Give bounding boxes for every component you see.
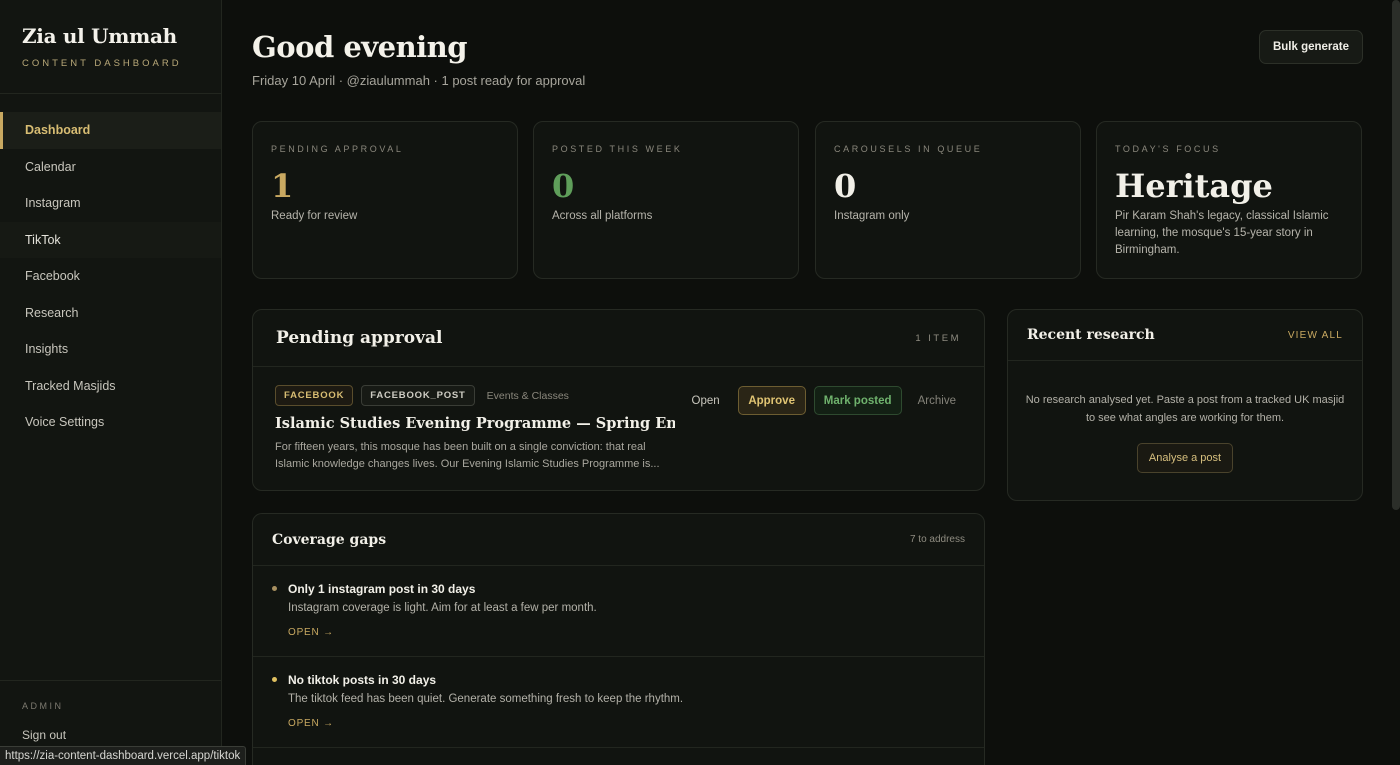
stat-card-carousels: CAROUSELS IN QUEUE 0 Instagram only [815,121,1081,279]
pending-actions: Open Approve Mark posted Archive [692,386,956,415]
gap-description: The tiktok feed has been quiet. Generate… [288,693,684,705]
item-count: 1 ITEM [915,332,961,344]
open-button[interactable]: Open [692,386,720,415]
gap-dot [272,677,277,682]
category-label: Events & Classes [486,389,569,402]
gap-open-link[interactable]: OPEN → [288,718,334,729]
main-content: Good evening Friday 10 April · @ziaulumm… [222,0,1400,765]
sidebar-item-insights[interactable]: Insights [0,331,221,368]
sidebar-item-tiktok[interactable]: TikTok [0,221,221,258]
sidebar-item-research[interactable]: Research [0,295,221,332]
view-all-link[interactable]: VIEW ALL [1288,330,1343,341]
empty-text: No research analysed yet. Paste a post f… [1025,394,1345,424]
sidebar-item-dashboard[interactable]: Dashboard [0,112,221,149]
stat-description: Instagram only [834,210,910,222]
sidebar-footer: ADMIN Sign out [0,680,221,742]
pending-item[interactable]: FACEBOOK FACEBOOK_POST Events & Classes … [253,367,984,473]
gap-description: Instagram coverage is light. Aim for at … [288,602,597,614]
gap-count: 7 to address [909,534,965,545]
gap-title: No tiktok posts in 30 days [288,673,437,687]
gap-item: Only 1 instagram post in 30 days Instagr… [253,566,984,657]
link-preview-statusbar: https://zia-content-dashboard.vercel.app… [0,746,247,765]
stat-value: 0 [834,167,857,205]
stat-value: Heritage [1115,167,1273,205]
sidebar-nav: Dashboard Calendar Instagram TikTok Face… [0,94,221,441]
mark-posted-button[interactable]: Mark posted [813,386,902,415]
admin-label: ADMIN [22,701,64,711]
recent-research-panel: Recent research VIEW ALL No research ana… [1007,309,1363,501]
stat-label: CAROUSELS IN QUEUE [834,144,983,154]
sidebar-item-voice-settings[interactable]: Voice Settings [0,404,221,441]
post-excerpt: For fifteen years, this mosque has been … [275,441,660,470]
analyse-post-button[interactable]: Analyse a post [1137,443,1233,473]
brand: Zia ul Ummah CONTENT DASHBOARD [0,0,221,94]
stat-description: Across all platforms [552,210,653,222]
page-subtitle: Friday 10 April · @ziaulummah · 1 post r… [252,73,586,88]
panel-header: Recent research VIEW ALL [1008,310,1362,361]
pending-approval-panel: Pending approval 1 ITEM FACEBOOK FACEBOO… [252,309,985,491]
brand-subtitle: CONTENT DASHBOARD [22,58,182,69]
sidebar: Zia ul Ummah CONTENT DASHBOARD Dashboard… [0,0,222,765]
stat-label: TODAY'S FOCUS [1115,144,1221,154]
approve-button[interactable]: Approve [737,386,806,415]
platform-tag: FACEBOOK [275,385,354,406]
sidebar-item-calendar[interactable]: Calendar [0,149,221,186]
panel-title: Pending approval [276,328,443,348]
gap-item: No tiktok posts in 30 days The tiktok fe… [253,657,984,748]
sidebar-item-tracked-masjids[interactable]: Tracked Masjids [0,368,221,405]
gap-dot [272,586,277,591]
archive-button[interactable]: Archive [918,386,956,415]
type-tag: FACEBOOK_POST [361,385,475,406]
stat-description: Ready for review [271,210,358,222]
stat-description: Pir Karam Shah's legacy, classical Islam… [1115,210,1329,256]
bulk-generate-button[interactable]: Bulk generate [1259,30,1363,64]
panel-header: Pending approval 1 ITEM [253,310,984,367]
page-title: Good evening [252,30,468,64]
sign-out-link[interactable]: Sign out [22,728,199,742]
stat-card-posted: POSTED THIS WEEK 0 Across all platforms [533,121,799,279]
sidebar-item-facebook[interactable]: Facebook [0,258,221,295]
stat-label: PENDING APPROVAL [271,144,404,154]
panel-header: Coverage gaps 7 to address [253,514,984,566]
stat-label: POSTED THIS WEEK [552,144,683,154]
panel-title: Recent research [1027,327,1155,343]
panel-title: Coverage gaps [272,531,387,548]
stat-value: 0 [552,167,575,205]
scrollbar[interactable] [1392,0,1400,510]
stat-card-focus: TODAY'S FOCUS Heritage Pir Karam Shah's … [1096,121,1362,279]
gap-open-link[interactable]: OPEN → [288,627,334,638]
stat-value: 1 [271,167,294,205]
coverage-gaps-panel: Coverage gaps 7 to address Only 1 instag… [252,513,985,765]
stat-card-pending: PENDING APPROVAL 1 Ready for review [252,121,518,279]
research-empty-state: No research analysed yet. Paste a post f… [1008,361,1362,473]
gap-title: Only 1 instagram post in 30 days [288,582,476,596]
brand-title: Zia ul Ummah [22,24,177,48]
post-title[interactable]: Islamic Studies Evening Programme — Spri… [275,415,675,432]
sidebar-item-instagram[interactable]: Instagram [0,185,221,222]
